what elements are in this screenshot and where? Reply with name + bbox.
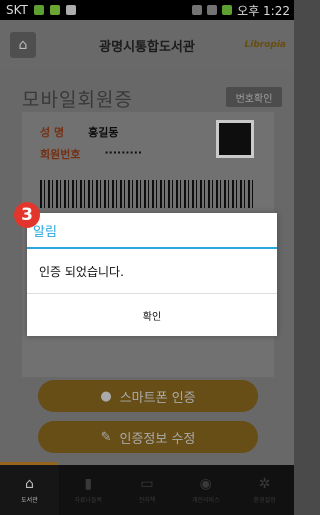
tab-label: 자료나들목	[74, 497, 102, 504]
edit-auth-button[interactable]: ✎ 인증정보 수정	[38, 421, 258, 453]
tab-ebook[interactable]: ▭ 전자책	[118, 465, 177, 515]
id-row: 회원번호 ·········	[40, 146, 142, 162]
bottom-tab-bar: ⌂ 도서관 ▮ 자료나들목 ▭ 전자책 ◉ 개인서비스 ✲ 환경설정	[0, 465, 294, 515]
id-label: 회원번호	[40, 148, 81, 161]
number-check-button[interactable]: 번호확인	[226, 87, 282, 107]
name-row: 성 명 홍길동	[40, 124, 118, 140]
carrier-label: SKT	[6, 3, 28, 17]
tab-label: 도서관	[21, 497, 38, 504]
brand-logo: Libropia	[244, 40, 286, 50]
edit-auth-label: 인증정보 수정	[119, 431, 196, 447]
tab-personal[interactable]: ◉ 개인서비스	[176, 465, 235, 515]
tab-settings[interactable]: ✲ 환경설정	[235, 465, 294, 515]
monitor-icon: ▭	[140, 476, 154, 492]
person-icon: ●	[100, 388, 112, 404]
tab-materials[interactable]: ▮ 자료나들목	[59, 465, 118, 515]
clock-label: 오후 1:22	[237, 3, 290, 18]
tab-label: 환경설정	[253, 497, 276, 504]
tab-label: 개인서비스	[191, 497, 220, 504]
smartphone-auth-label: 스마트폰 인증	[119, 390, 196, 406]
barcode	[40, 180, 254, 208]
download-icon	[49, 5, 60, 15]
smartphone-auth-button[interactable]: ● 스마트폰 인증	[38, 380, 258, 412]
dialog-message: 인증 되었습니다.	[27, 249, 277, 294]
id-value: ·········	[104, 146, 143, 159]
library-icon: ⌂	[18, 37, 28, 53]
person-icon: ◉	[199, 476, 212, 492]
dialog-title: 알림	[27, 213, 277, 249]
tab-library[interactable]: ⌂ 도서관	[0, 465, 59, 515]
wifi-icon	[207, 5, 218, 15]
status-bar: SKT 오후 1:22	[0, 0, 294, 20]
book-icon: ▮	[84, 476, 93, 492]
ok-button[interactable]: 확인	[27, 294, 277, 336]
name-value: 홍길동	[88, 126, 119, 139]
qr-code	[216, 120, 254, 158]
battery-icon	[222, 5, 233, 15]
step-badge: 3	[14, 202, 40, 228]
bluetooth-icon	[192, 5, 203, 15]
library-icon: ⌂	[24, 476, 34, 492]
pencil-icon: ✎	[100, 429, 112, 445]
app-header: ⌂ 광명시통합도서관 Libropia	[0, 20, 294, 70]
card-title: 모바일회원증	[22, 89, 133, 111]
name-label: 성 명	[40, 126, 65, 139]
alert-dialog: 알림 인증 되었습니다. 확인	[27, 213, 277, 336]
image-icon	[65, 5, 76, 15]
usb-icon	[33, 5, 44, 15]
home-button[interactable]: ⌂	[10, 32, 36, 58]
tab-label: 전자책	[138, 497, 156, 504]
gear-icon: ✲	[258, 476, 271, 492]
